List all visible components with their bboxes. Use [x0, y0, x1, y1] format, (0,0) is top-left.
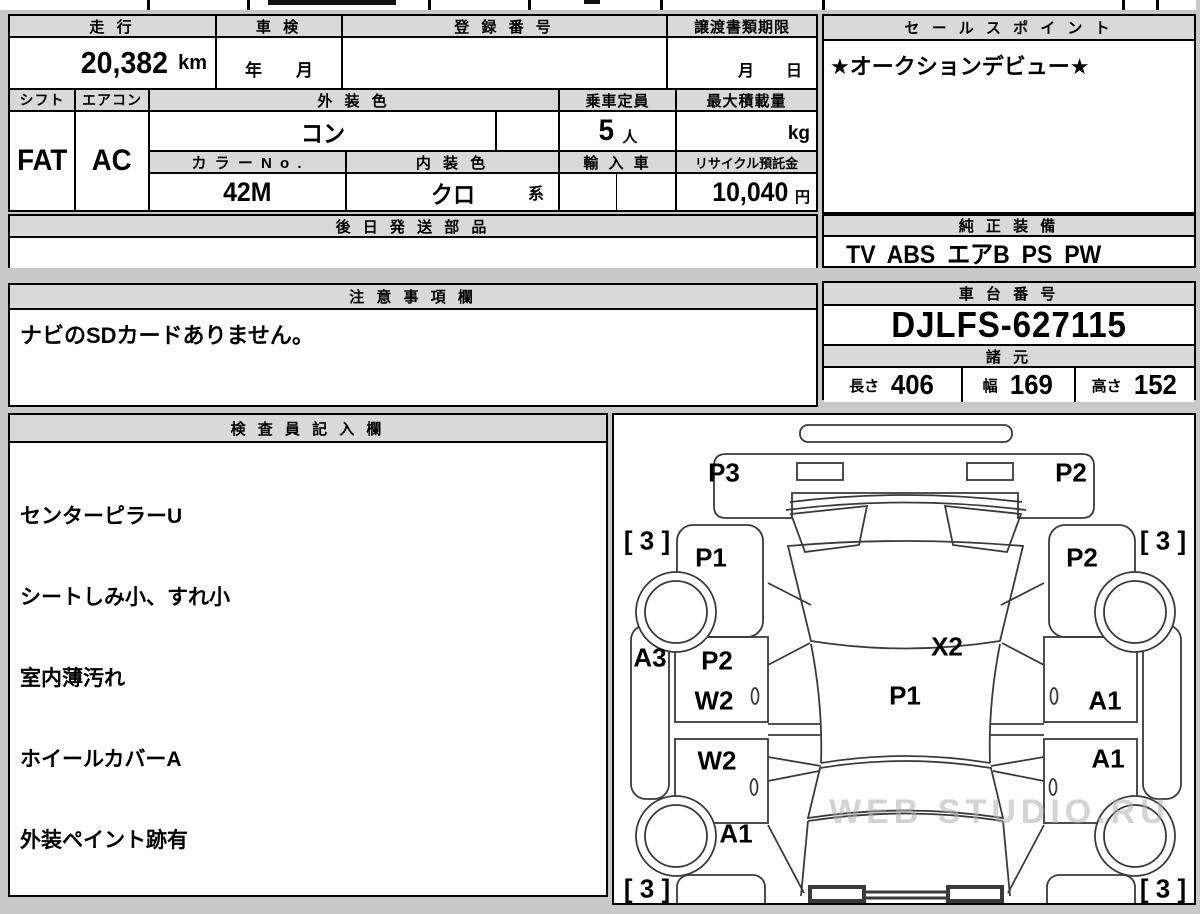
- inspector-note-line: センターピラーU: [20, 505, 183, 528]
- clipped-text-fragment: [584, 0, 600, 4]
- capacity-unit: 人: [622, 128, 638, 146]
- damage-code-A3-6: A3: [633, 642, 667, 673]
- damage-code-3-3: [ 3 ]: [1139, 525, 1187, 556]
- dimensions-header: 諸 元: [824, 346, 1194, 368]
- mileage-header: 走 行: [10, 16, 217, 38]
- damage-code-A1-13: A1: [1091, 743, 1125, 774]
- max-load-header: 最大積載量: [677, 90, 816, 112]
- mileage-value: 20,382: [81, 45, 169, 80]
- height-value: 152: [1133, 369, 1177, 400]
- recycle-unit: 円: [794, 188, 810, 206]
- notes-body: ナビのSDカードありません。: [20, 323, 314, 348]
- capacity-value: 5: [598, 114, 614, 147]
- equipment-body: TV ABS エアB PS PW: [846, 240, 1102, 269]
- divider: [660, 0, 663, 10]
- sales-point-header: セ ー ル ス ポ イ ン ト: [824, 16, 1194, 41]
- damage-code-P1-4: P1: [695, 542, 727, 573]
- divider: [528, 0, 531, 10]
- inspector-note-line: 室内薄汚れ: [20, 667, 125, 690]
- notes-section: 注 意 事 項 欄 ナビのSDカードありません。: [8, 283, 818, 407]
- vehicle-info-table: 走 行 車 検 登 録 番 号 譲渡書類期限 20,382 km 年 月 月 日…: [8, 14, 818, 212]
- divider: [428, 0, 431, 10]
- length-value: 406: [891, 369, 934, 400]
- damage-code-W2-10: W2: [694, 685, 734, 716]
- damage-code-P1-9: P1: [889, 680, 921, 711]
- damage-code-P2-5: P2: [1066, 542, 1098, 573]
- inspector-notes-section: 検 査 員 記 入 欄 センターピラーU シートしみ小、すれ小 室内薄汚れ ホイ…: [8, 413, 608, 897]
- later-shipped-parts-header: 後 日 発 送 部 品: [10, 216, 816, 238]
- interior-color-value: クロ: [430, 181, 475, 209]
- damage-code-P2-1: P2: [1055, 457, 1087, 488]
- cut-off-top-row: [0, 0, 1196, 10]
- color-no-header: カ ラ ー N o .: [150, 152, 347, 174]
- inspector-note-line: ホイールカバーA: [20, 748, 182, 771]
- damage-code-layer: P3 P2[ 3 ][ 3 ] P1 P2 A3 P2 X2 P1 W2 A1 W2 A1 A1[ 3 …: [614, 415, 1194, 904]
- interior-color-suffix: 系: [527, 186, 544, 203]
- equipment-section: 純 正 装 備 TV ABS エアB PS PW: [822, 214, 1196, 269]
- chassis-number: DJLFS-627115: [891, 304, 1127, 345]
- later-shipped-parts-section: 後 日 発 送 部 品: [8, 214, 818, 268]
- shift-header: シフト: [10, 90, 76, 112]
- damage-code-A1-14: A1: [719, 818, 753, 849]
- inspection-value: 年 月: [217, 38, 343, 90]
- import-cell-1: [560, 174, 617, 210]
- inspection-header: 車 検: [217, 16, 343, 38]
- sales-point-section: セ ー ル ス ポ イ ン ト ★オークションデビュー★: [822, 14, 1196, 214]
- inspector-notes-header: 検 査 員 記 入 欄: [10, 415, 606, 443]
- divider: [1156, 0, 1159, 10]
- transfer-deadline-header: 譲渡書類期限: [668, 16, 816, 38]
- import-header: 輸 入 車: [560, 152, 677, 174]
- registration-value: [343, 38, 668, 90]
- width-label: 幅: [982, 377, 998, 395]
- inspector-notes-body: センターピラーU シートしみ小、すれ小 室内薄汚れ ホイールカバーA 外装ペイン…: [10, 443, 606, 914]
- damage-code-P3-0: P3: [708, 457, 740, 488]
- exterior-color-suffix-cell: [497, 112, 560, 152]
- exterior-color-header: 外 装 色: [150, 90, 560, 112]
- import-cell-2: [617, 174, 677, 210]
- capacity-header: 乗車定員: [560, 90, 677, 112]
- interior-color-header: 内 装 色: [347, 152, 560, 174]
- transfer-deadline-value: 月 日: [668, 38, 816, 90]
- registration-header: 登 録 番 号: [343, 16, 668, 38]
- inspector-note-line: シートしみ小、すれ小: [20, 586, 230, 609]
- damage-code-W2-12: W2: [697, 745, 737, 776]
- clipped-text-fragment: [268, 0, 396, 5]
- height-label: 高さ: [1091, 377, 1122, 395]
- damage-code-X2-8: X2: [931, 631, 963, 662]
- sales-point-body: ★オークションデビュー★: [830, 54, 1090, 79]
- recycle-header: リサイクル預託金: [677, 152, 816, 174]
- length-label: 長さ: [849, 377, 880, 395]
- color-no-value: 42M: [223, 176, 272, 207]
- aircon-header: エアコン: [76, 90, 150, 112]
- aircon-value: AC: [92, 144, 132, 177]
- chassis-section: 車 台 番 号 DJLFS-627115 諸 元 長さ 406 幅 169 高さ…: [822, 281, 1196, 402]
- mileage-unit: km: [178, 51, 207, 74]
- damage-code-A1-11: A1: [1088, 685, 1122, 716]
- notes-header: 注 意 事 項 欄: [10, 285, 816, 310]
- chassis-header: 車 台 番 号: [824, 283, 1194, 306]
- inspector-note-line: 外装ペイント跡有: [20, 829, 188, 852]
- shift-value: FAT: [16, 144, 68, 177]
- auction-sheet: { "top_table": { "mileage_label": "走 行",…: [0, 0, 1200, 905]
- damage-code-P2-7: P2: [701, 645, 733, 676]
- later-shipped-parts-body: [10, 238, 816, 268]
- car-damage-diagram: WEB STUDIO.RU P3 P2[ 3 ][ 3 ] P1 P2 A3 P2 X2 P1…: [612, 413, 1196, 905]
- width-value: 169: [1009, 369, 1053, 400]
- damage-code-3-2: [ 3 ]: [623, 525, 671, 556]
- divider: [147, 0, 150, 10]
- divider: [247, 0, 250, 10]
- divider: [822, 0, 825, 10]
- max-load-unit: kg: [787, 123, 810, 144]
- recycle-value: 10,040: [712, 176, 789, 207]
- divider: [1122, 0, 1125, 10]
- exterior-color-value: コン: [300, 120, 345, 148]
